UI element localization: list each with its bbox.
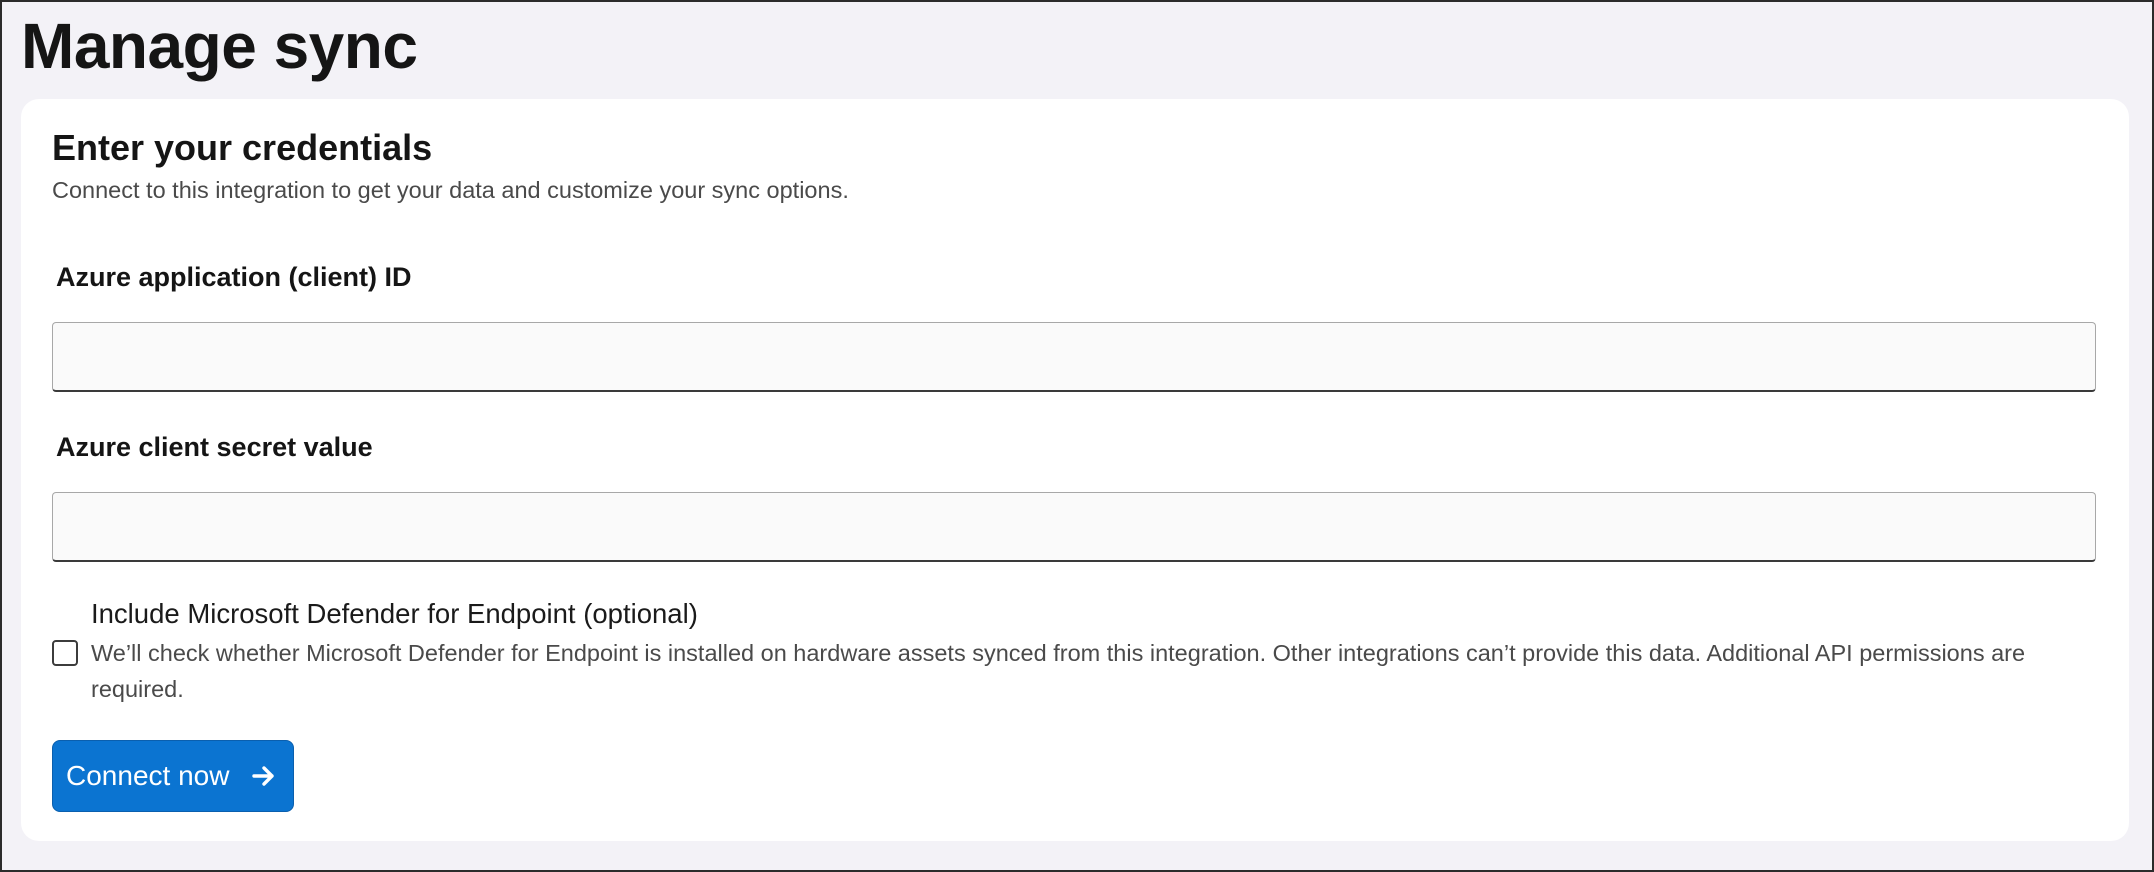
arrow-right-icon — [251, 763, 277, 789]
connect-now-button[interactable]: Connect now — [52, 740, 294, 812]
connect-now-label: Connect now — [66, 760, 230, 791]
client-secret-label: Azure client secret value — [56, 432, 373, 462]
defender-checkbox-description: We’ll check whether Microsoft Defender f… — [91, 640, 2026, 702]
client-id-label: Azure application (client) ID — [56, 262, 412, 292]
card-title: Enter your credentials — [52, 127, 433, 168]
client-secret-input[interactable] — [52, 492, 2096, 562]
client-id-input[interactable] — [52, 322, 2096, 392]
defender-checkbox[interactable] — [52, 640, 78, 666]
defender-checkbox-label: Include Microsoft Defender for Endpoint … — [91, 598, 698, 629]
credentials-card: Enter your credentials Connect to this i… — [21, 99, 2129, 841]
page-title: Manage sync — [21, 10, 418, 82]
app-frame: Manage sync Enter your credentials Conne… — [0, 0, 2154, 872]
card-subtitle: Connect to this integration to get your … — [52, 177, 849, 203]
